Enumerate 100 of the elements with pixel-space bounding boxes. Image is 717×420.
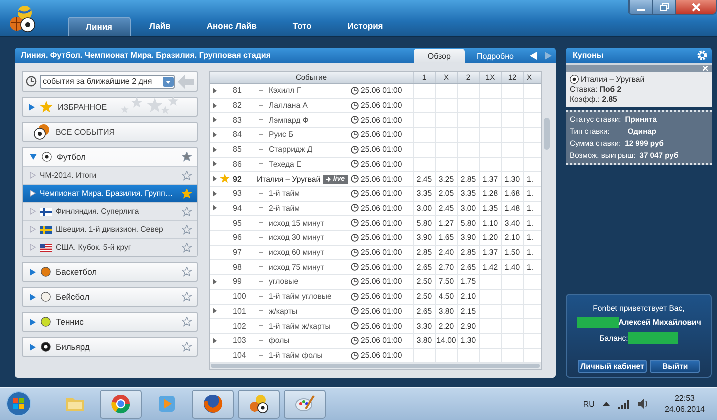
expand-arrow-icon[interactable] <box>212 102 216 109</box>
star-icon[interactable] <box>182 224 192 234</box>
dash-icon <box>259 296 263 298</box>
minimize-button[interactable] <box>629 0 652 14</box>
sport-item[interactable]: Бильярд <box>23 338 197 356</box>
expand-arrow-icon[interactable] <box>212 117 216 124</box>
settings-icon[interactable] <box>697 50 708 61</box>
sport-item[interactable]: Теннис <box>23 313 197 331</box>
dash-icon <box>259 134 263 136</box>
main-tab[interactable]: Тото <box>276 17 329 36</box>
clock-icon <box>351 116 359 124</box>
balls-icon <box>33 124 51 140</box>
close-button[interactable] <box>675 0 716 14</box>
star-icon[interactable] <box>182 152 192 162</box>
restore-button[interactable] <box>652 0 675 14</box>
language-indicator[interactable]: RU <box>583 400 595 408</box>
dash-icon <box>259 354 263 356</box>
clock-icon <box>351 307 359 316</box>
sport-item[interactable]: Футбол <box>23 148 197 166</box>
star-icon[interactable] <box>182 342 192 352</box>
arrow-icon <box>30 244 36 251</box>
event-number: 96 <box>232 233 243 242</box>
main-tab[interactable]: Лайв <box>132 17 188 36</box>
dash-icon <box>259 340 263 342</box>
horizontal-scrollbar[interactable] <box>211 364 540 368</box>
browser-app-icon <box>110 393 132 415</box>
clock-icon <box>351 190 359 198</box>
clock-icon <box>351 234 359 242</box>
arrow-icon <box>30 226 36 233</box>
flag-icon <box>40 226 52 234</box>
main-tab[interactable]: Анонс Лайв <box>190 17 274 36</box>
dropdown-caret-icon <box>163 76 174 86</box>
view-tab[interactable]: Обзор <box>414 49 465 63</box>
taskbar-app[interactable] <box>238 390 280 418</box>
event-number: 86 <box>232 160 243 169</box>
vertical-scrollbar[interactable] <box>544 118 550 150</box>
ball-icon <box>42 152 52 162</box>
dash-icon <box>259 222 263 224</box>
event-number: 85 <box>232 145 243 154</box>
main-tab[interactable]: История <box>330 17 400 36</box>
expand-arrow-icon[interactable] <box>212 176 216 182</box>
expand-arrow-icon[interactable] <box>212 132 216 138</box>
signal-icon[interactable] <box>618 400 630 408</box>
event-number: 94 <box>232 204 243 213</box>
sports-app-icon <box>248 393 270 415</box>
view-tab[interactable]: Подробно <box>464 49 526 63</box>
redaction-block <box>576 317 619 328</box>
clock-icon <box>351 160 359 168</box>
favorites-button[interactable]: ИЗБРАННОЕ <box>22 97 198 117</box>
star-icon <box>40 100 53 114</box>
dash-icon <box>259 119 263 122</box>
all-events-button[interactable]: ВСЕ СОБЫТИЯ <box>22 122 198 142</box>
star-icon[interactable] <box>182 292 192 302</box>
taskbar-app[interactable] <box>192 390 234 418</box>
sport-item[interactable]: Бейсбол <box>23 288 197 306</box>
star-icon[interactable] <box>182 206 192 216</box>
previous-arrow-icon[interactable] <box>530 52 537 60</box>
event-number: 82 <box>232 101 243 110</box>
dash-icon <box>259 310 263 312</box>
main-tab[interactable]: Линия <box>68 17 131 36</box>
start-button[interactable] <box>6 391 32 417</box>
dash-icon <box>259 236 263 239</box>
dash-icon <box>259 325 263 328</box>
event-number: 98 <box>232 262 243 272</box>
event-number: 97 <box>232 248 243 258</box>
event-number: 101 <box>232 306 248 316</box>
star-icon[interactable] <box>182 267 192 277</box>
star-icon[interactable] <box>182 188 192 198</box>
clock-icon <box>351 130 359 139</box>
star-icon[interactable] <box>220 174 230 184</box>
clock-icon <box>351 86 359 95</box>
dash-icon <box>259 252 263 254</box>
clock-icon <box>351 292 359 301</box>
event-number: 93 <box>232 189 243 198</box>
expand-arrow-icon[interactable] <box>212 161 216 168</box>
period-dropdown[interactable]: события за ближайшие 2 дня <box>40 74 175 88</box>
redaction-block <box>628 332 678 344</box>
star-icon[interactable] <box>182 242 192 252</box>
ball-icon <box>41 267 51 277</box>
expand-arrow-icon[interactable] <box>212 308 216 314</box>
star-icon[interactable] <box>182 317 192 327</box>
speaker-icon[interactable] <box>638 399 649 409</box>
expand-arrow-icon[interactable] <box>212 338 216 344</box>
expand-arrow-icon[interactable] <box>212 278 216 285</box>
close-icon <box>692 2 700 12</box>
dash-icon <box>259 163 263 166</box>
clock-icon <box>351 175 359 184</box>
expand-arrow-icon[interactable] <box>212 146 216 153</box>
dash-icon <box>259 148 263 151</box>
expand-arrow-icon[interactable] <box>212 88 216 94</box>
expand-arrow-icon[interactable] <box>212 205 216 212</box>
sport-item[interactable]: Баскетбол <box>23 263 197 281</box>
close-icon[interactable] <box>703 66 708 71</box>
star-icon[interactable] <box>182 170 192 180</box>
flag-icon <box>40 208 52 216</box>
clock-icon <box>26 76 37 87</box>
clock[interactable]: 22:53 24.06.2014 <box>664 393 705 415</box>
event-number: 100 <box>232 292 248 302</box>
show-hidden-icons-arrow-icon[interactable] <box>602 402 610 406</box>
expand-arrow-icon[interactable] <box>212 190 216 197</box>
